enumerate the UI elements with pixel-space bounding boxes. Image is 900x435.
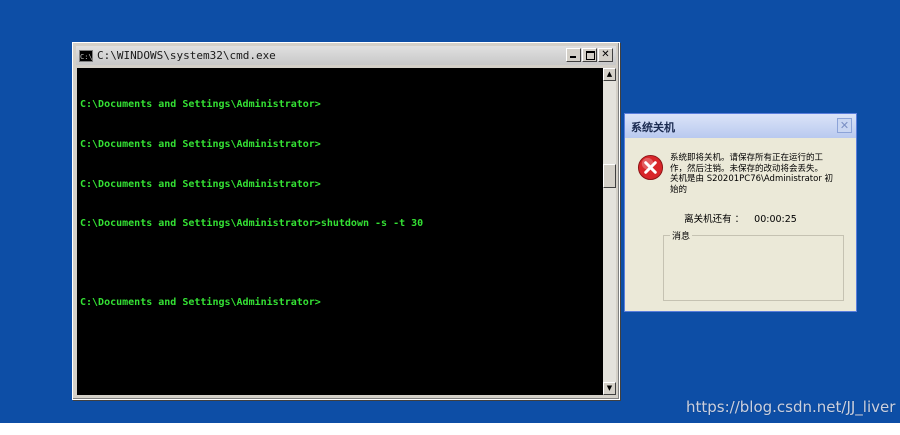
- cmd-titlebar[interactable]: C:\ C:\WINDOWS\system32\cmd.exe ✕: [76, 46, 616, 65]
- console-line: C:\Documents and Settings\Administrator>: [80, 99, 321, 111]
- console-line: C:\Documents and Settings\Administrator>: [80, 178, 321, 190]
- cmd-app-icon[interactable]: C:\: [79, 49, 93, 62]
- countdown-label: 离关机还有 ：: [684, 214, 745, 225]
- scrollbar-thumb[interactable]: [603, 164, 616, 188]
- shutdown-countdown: 离关机还有 ： 00:00:25: [625, 211, 856, 225]
- chevron-up-icon: ▲: [606, 70, 613, 78]
- cmd-window-controls: ✕: [566, 48, 613, 62]
- desktop-background: C:\ C:\WINDOWS\system32\cmd.exe ✕ C:\Doc…: [0, 0, 900, 423]
- maximize-button[interactable]: [582, 48, 597, 62]
- dialog-close-button[interactable]: ✕: [837, 118, 852, 133]
- close-icon: ✕: [839, 119, 850, 132]
- cmd-window-title: C:\WINDOWS\system32\cmd.exe: [97, 49, 276, 62]
- dialog-title: 系统关机: [631, 121, 675, 134]
- scroll-up-button[interactable]: ▲: [603, 68, 616, 81]
- close-button[interactable]: ✕: [598, 48, 613, 62]
- message-line: 系统即将关机。请保存所有正在运行的工: [670, 153, 824, 163]
- console-line: C:\Documents and Settings\Administrator>: [80, 139, 321, 150]
- minimize-icon: [570, 56, 576, 58]
- dialog-titlebar[interactable]: 系统关机 ✕: [625, 114, 856, 138]
- vertical-scrollbar[interactable]: ▲ ▼: [603, 68, 616, 395]
- chevron-down-icon: ▼: [606, 384, 613, 392]
- console-line: C:\Documents and Settings\Administrator>: [80, 297, 321, 309]
- scroll-down-button[interactable]: ▼: [603, 382, 616, 395]
- cmd-window[interactable]: C:\ C:\WINDOWS\system32\cmd.exe ✕ C:\Doc…: [72, 42, 620, 400]
- maximize-icon: [586, 51, 595, 60]
- watermark: https://blog.csdn.net/JJ_liver: [686, 398, 896, 416]
- shutdown-dialog[interactable]: 系统关机 ✕ 系统即将关机。请保存所有正在运行的工 作，然后注销。未保存的改动将…: [624, 113, 857, 312]
- countdown-value: 00:00:25: [754, 214, 797, 225]
- message-line: 关机是由 S20201PC76\Administrator 初: [670, 174, 834, 184]
- message-line: 作，然后注销。未保存的改动将会丢失。: [670, 163, 824, 174]
- message-groupbox-label: 消息: [670, 229, 693, 242]
- minimize-button[interactable]: [566, 48, 581, 62]
- error-icon: [637, 154, 664, 181]
- console-output[interactable]: C:\Documents and Settings\Administrator>…: [77, 68, 603, 395]
- close-icon: ✕: [601, 49, 610, 60]
- message-line: 始的: [670, 184, 688, 195]
- shutdown-message: 系统即将关机。请保存所有正在运行的工 作，然后注销。未保存的改动将会丢失。 关机…: [670, 153, 852, 195]
- console-line: C:\Documents and Settings\Administrator>…: [80, 218, 424, 230]
- message-groupbox: 消息: [663, 229, 844, 301]
